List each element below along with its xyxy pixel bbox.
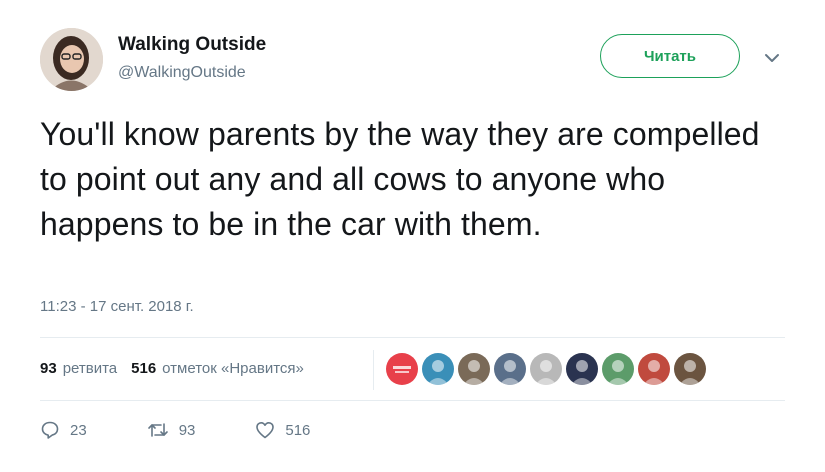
tweet-stats: 93 ретвита 516 отметок «Нравится» xyxy=(40,360,318,377)
liker-user-avatar[interactable] xyxy=(530,353,562,385)
profile-avatar[interactable] xyxy=(40,28,103,91)
tweet-text: You'll know parents by the way they are … xyxy=(40,116,760,242)
user-avatar-icon xyxy=(458,353,490,385)
liker-user-avatar[interactable] xyxy=(638,353,670,385)
user-avatar-icon xyxy=(422,353,454,385)
liker-user-avatar[interactable] xyxy=(458,353,490,385)
heart-icon xyxy=(256,422,275,439)
user-avatar-icon xyxy=(602,353,634,385)
divider xyxy=(40,337,785,338)
user-avatar-icon xyxy=(638,353,670,385)
likes-count: 516 xyxy=(131,360,157,377)
profile-avatar-image xyxy=(40,28,103,91)
liker-user-avatar[interactable] xyxy=(494,353,526,385)
user-avatar-icon xyxy=(494,353,526,385)
stats-separator xyxy=(373,350,374,390)
liker-badge-avatar[interactable] xyxy=(386,353,418,385)
retweet-action[interactable]: 93 xyxy=(147,420,196,440)
liker-user-avatar[interactable] xyxy=(602,353,634,385)
user-display-name[interactable]: Walking Outside xyxy=(118,34,266,56)
liker-user-avatar[interactable] xyxy=(674,353,706,385)
liker-avatars xyxy=(386,353,710,385)
user-avatar-icon xyxy=(566,353,598,385)
retweets-label: ретвита xyxy=(62,360,118,377)
likes-label: отметок «Нравится» xyxy=(162,360,304,377)
chevron-down-icon[interactable] xyxy=(762,48,782,68)
likes-stat[interactable]: 516 отметок «Нравится» xyxy=(131,360,304,377)
reply-count: 23 xyxy=(70,421,87,439)
retweet-icon xyxy=(147,423,168,437)
retweets-stat[interactable]: 93 ретвита xyxy=(40,360,117,377)
like-count: 516 xyxy=(285,421,311,439)
divider xyxy=(40,400,785,401)
reply-action[interactable]: 23 xyxy=(40,420,87,440)
user-handle[interactable]: @WalkingOutside xyxy=(118,64,246,82)
badge-avatar-icon xyxy=(386,353,418,385)
user-avatar-icon xyxy=(530,353,562,385)
like-action[interactable]: 516 xyxy=(255,420,310,440)
user-avatar-icon xyxy=(674,353,706,385)
tweet-timestamp[interactable]: 11:23 - 17 сент. 2018 г. xyxy=(40,298,194,315)
liker-user-avatar[interactable] xyxy=(566,353,598,385)
retweet-count: 93 xyxy=(178,421,196,439)
retweets-count: 93 xyxy=(40,360,57,377)
reply-icon xyxy=(41,421,59,439)
liker-user-avatar[interactable] xyxy=(422,353,454,385)
tweet-actions: 23 93 516 xyxy=(40,420,370,440)
follow-button[interactable]: Читать xyxy=(600,34,740,78)
